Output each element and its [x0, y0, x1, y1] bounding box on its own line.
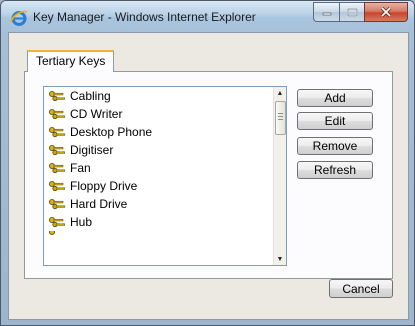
list-scrollbar[interactable]: ▲ ▼ [273, 87, 286, 265]
browser-window: Key Manager - Windows Internet Explorer [0, 0, 415, 326]
list-item[interactable]: Desktop Phone [44, 123, 273, 141]
edit-button[interactable]: Edit [297, 112, 373, 130]
maximize-button[interactable] [339, 2, 364, 22]
scroll-up-icon[interactable]: ▲ [274, 87, 286, 99]
close-icon [380, 7, 392, 17]
list-item-label: Floppy Drive [70, 179, 138, 193]
list-item-label: Fan [70, 161, 91, 175]
window-title: Key Manager - Windows Internet Explorer [33, 10, 256, 24]
scroll-thumb[interactable] [275, 101, 286, 135]
key-icon [49, 181, 66, 192]
key-icon [49, 91, 66, 102]
refresh-button[interactable]: Refresh [297, 161, 373, 179]
cancel-button[interactable]: Cancel [329, 279, 393, 298]
tab-tertiary-keys[interactable]: Tertiary Keys [27, 50, 115, 72]
list-item[interactable]: CD Writer [44, 105, 273, 123]
key-icon [49, 217, 66, 228]
minimize-icon [322, 12, 331, 16]
key-icon [49, 231, 55, 235]
tab-label: Tertiary Keys [36, 54, 106, 68]
list-item[interactable]: Hub [44, 213, 273, 231]
list-item[interactable]: Hard Drive [44, 195, 273, 213]
caption-buttons [313, 2, 408, 22]
key-icon [49, 145, 66, 156]
list-item[interactable]: Floppy Drive [44, 177, 273, 195]
close-button[interactable] [364, 2, 408, 22]
list-item-label: Hard Drive [70, 197, 128, 211]
dialog-body: Tertiary Keys Cabling CD Writer Desktop … [8, 32, 409, 320]
key-icon [49, 199, 66, 210]
remove-button[interactable]: Remove [297, 137, 373, 155]
key-list: Cabling CD Writer Desktop Phone Digitise… [44, 87, 273, 237]
key-icon [49, 127, 66, 138]
list-item-label: Cabling [70, 89, 111, 103]
key-icon [49, 163, 66, 174]
list-item-label: Digitiser [70, 143, 114, 157]
list-item[interactable]: Cabling [44, 87, 273, 105]
scroll-down-icon[interactable]: ▼ [274, 253, 286, 265]
grip-line [278, 113, 283, 114]
key-listbox[interactable]: Cabling CD Writer Desktop Phone Digitise… [43, 86, 287, 266]
list-item[interactable]: Digitiser [44, 141, 273, 159]
list-item[interactable]: Fan [44, 159, 273, 177]
title-bar[interactable]: Key Manager - Windows Internet Explorer [1, 1, 414, 32]
list-item-label: CD Writer [70, 107, 123, 121]
grip-line [278, 116, 283, 117]
maximize-icon [346, 7, 358, 17]
list-item-label: Desktop Phone [70, 125, 153, 139]
ie-icon [10, 10, 28, 26]
key-icon [49, 109, 66, 120]
minimize-button[interactable] [313, 2, 339, 22]
grip-line [278, 119, 283, 120]
list-item-label: Hub [70, 215, 93, 229]
list-item-partial[interactable] [44, 231, 273, 237]
add-button[interactable]: Add [297, 89, 373, 107]
